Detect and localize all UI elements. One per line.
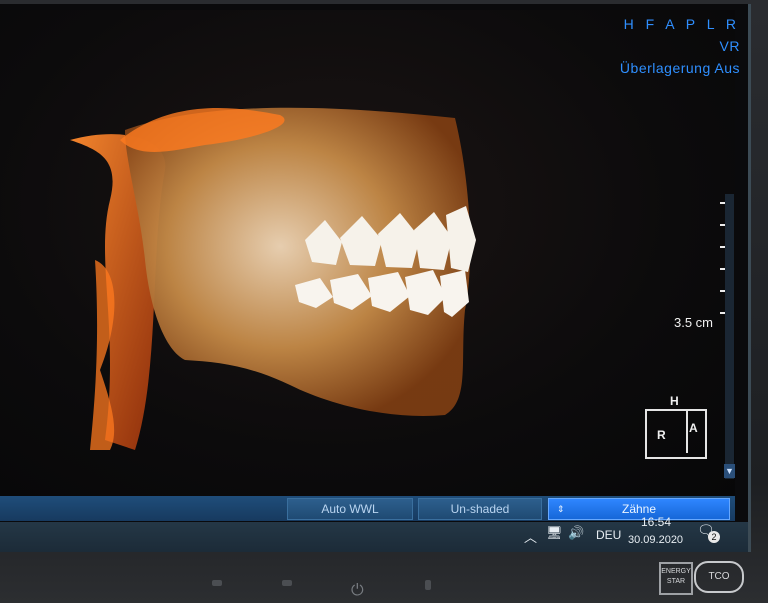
auto-wwl-button[interactable]: Auto WWL [287, 498, 413, 520]
network-icon[interactable]: 🖥 [546, 525, 563, 541]
clock-date[interactable]: 30.09.2020 [628, 534, 683, 546]
orientation-left-label: R [657, 428, 666, 442]
preset-dropdown[interactable]: ⇕ Zähne [548, 498, 730, 520]
language-indicator[interactable]: DEU [596, 528, 621, 542]
chevron-up-icon[interactable]: ︿ [524, 527, 537, 546]
3d-viewport[interactable] [0, 10, 735, 498]
orientation-right-label: A [689, 421, 698, 435]
power-icon[interactable]: ⏻ [351, 582, 364, 600]
orientation-letters: H F A P L R [623, 16, 740, 32]
monitor-button[interactable] [282, 580, 292, 586]
energy-star-logo: ENERGY STAR [659, 562, 693, 595]
dropdown-icon: ⇕ [557, 504, 565, 514]
orientation-divider [686, 411, 688, 453]
notification-count-badge: 2 [708, 531, 720, 543]
render-mode-label: VR [719, 38, 740, 54]
vertical-scrollbar[interactable] [725, 194, 734, 479]
monitor-button[interactable] [425, 580, 431, 590]
clock-time[interactable]: 16:54 [641, 515, 671, 529]
skull-render [70, 107, 476, 451]
monitor-button[interactable] [212, 580, 222, 586]
screen: H F A P L R VR Überlagerung Aus 3.5 cm H… [0, 4, 751, 552]
tco-logo: TCO [694, 561, 744, 593]
volume-icon[interactable]: 🔊 [568, 525, 584, 541]
orientation-top-label: H [670, 394, 679, 408]
preset-label: Zähne [621, 502, 657, 516]
scale-label: 3.5 cm [674, 315, 714, 330]
shading-mode-button[interactable]: Un-shaded [418, 498, 542, 520]
scroll-down-arrow-icon[interactable]: ▼ [724, 464, 735, 478]
overlay-mode-label: Überlagerung Aus [619, 60, 740, 76]
jaw-shape [125, 107, 471, 416]
